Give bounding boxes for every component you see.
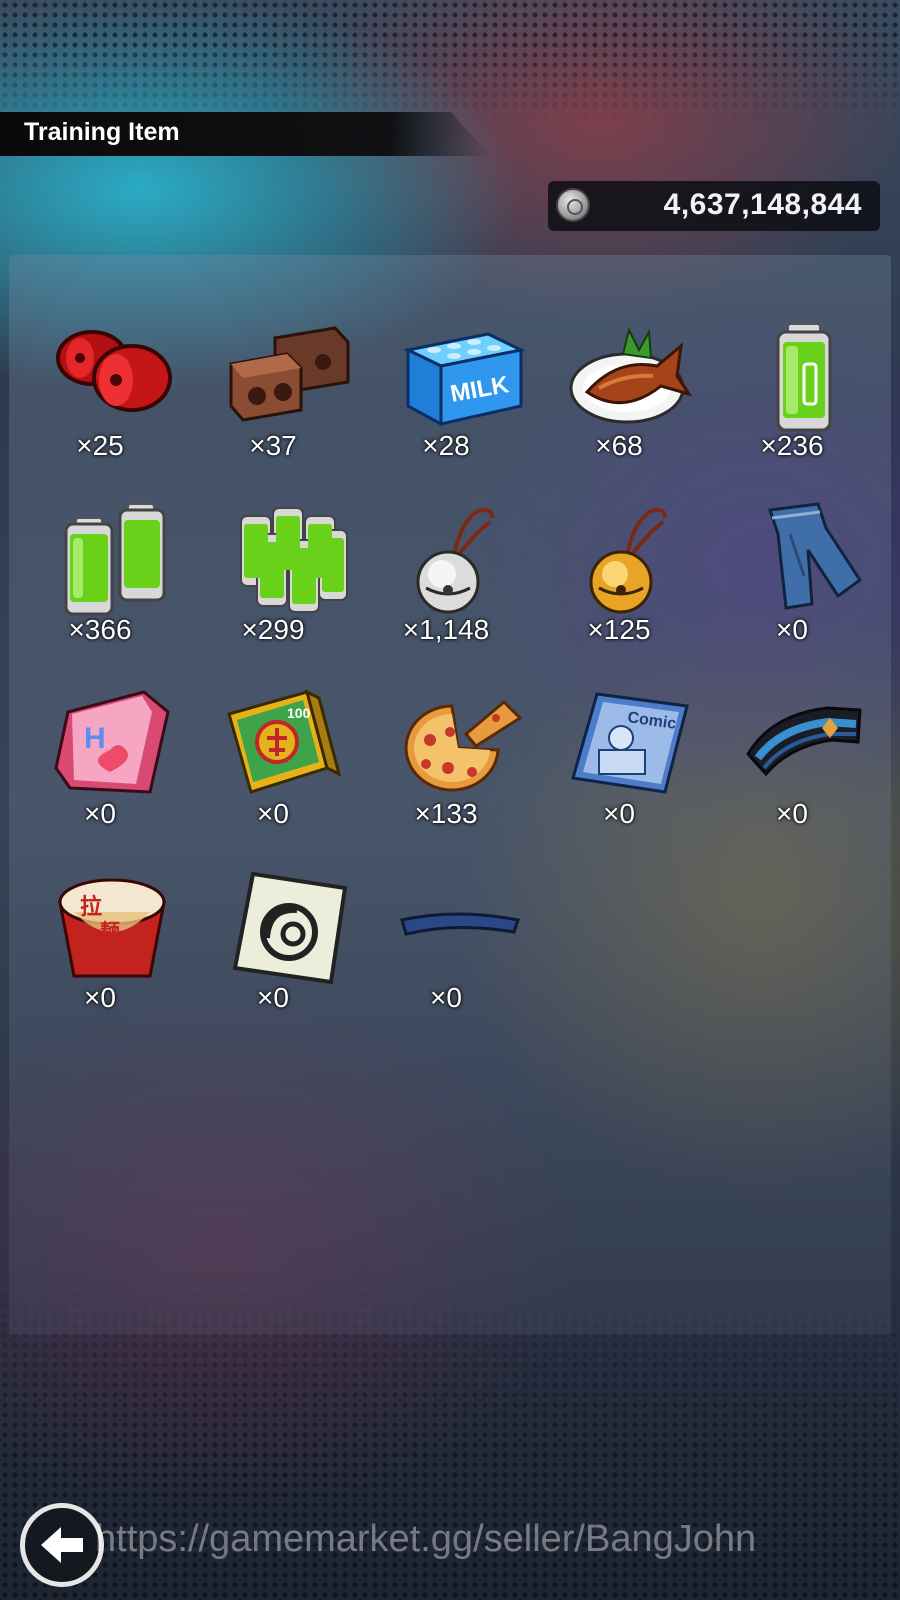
item-count: ×366 bbox=[68, 614, 132, 645]
item-slot-headband[interactable]: ×0 bbox=[359, 864, 533, 1048]
love-book-icon: H bbox=[50, 688, 175, 798]
item-count: ×299 bbox=[241, 614, 305, 645]
item-count: ×0 bbox=[430, 982, 462, 1013]
currency-value: 4,637,148,844 bbox=[663, 188, 862, 221]
item-count: ×1,148 bbox=[402, 614, 490, 645]
pizza-icon bbox=[396, 688, 523, 798]
back-button[interactable] bbox=[20, 1503, 104, 1587]
item-slot-love-book[interactable]: H ×0 bbox=[13, 680, 187, 864]
item-count: ×0 bbox=[776, 614, 808, 645]
svg-text:拉: 拉 bbox=[80, 894, 102, 920]
item-slot-double-battery[interactable]: ×366 bbox=[13, 496, 187, 680]
item-count: ×28 bbox=[422, 430, 470, 461]
wristband-icon bbox=[742, 688, 867, 798]
brick-weights-icon bbox=[223, 320, 350, 430]
red-weights-icon bbox=[50, 320, 175, 430]
item-slot-symbol-card[interactable]: ×0 bbox=[186, 864, 360, 1048]
item-slot-jeans[interactable]: ×0 bbox=[705, 496, 879, 680]
comic-book-icon: Comic bbox=[569, 688, 694, 798]
item-slot-ramen[interactable]: 拉 麺 ×0 bbox=[13, 864, 187, 1048]
item-slot-pizza[interactable]: ×133 bbox=[359, 680, 533, 864]
battery-pack-icon bbox=[223, 504, 348, 614]
svg-text:H: H bbox=[84, 722, 106, 755]
item-slot-milk[interactable]: MILK ×28 bbox=[359, 312, 533, 496]
item-count: ×68 bbox=[595, 430, 643, 461]
battery-icon bbox=[742, 320, 867, 432]
item-count: ×0 bbox=[84, 982, 116, 1013]
item-slot-joke-book[interactable]: 100 ×0 bbox=[186, 680, 360, 864]
item-slot-battery-pack[interactable]: ×299 bbox=[186, 496, 360, 680]
grilled-fish-icon bbox=[569, 320, 694, 430]
item-count: ×0 bbox=[257, 798, 289, 829]
item-count: ×37 bbox=[249, 430, 297, 461]
item-count: ×125 bbox=[587, 614, 651, 645]
silver-bell-icon bbox=[396, 504, 521, 614]
milk-carton-icon: MILK bbox=[396, 320, 526, 430]
ramen-cup-icon: 拉 麺 bbox=[50, 872, 175, 982]
double-battery-icon bbox=[50, 503, 175, 616]
symbol-card-icon bbox=[223, 871, 348, 985]
item-slot-comic[interactable]: Comic ×0 bbox=[532, 680, 706, 864]
item-slot-fish[interactable]: ×68 bbox=[532, 312, 706, 496]
item-count: ×236 bbox=[760, 430, 824, 461]
item-slot-gold-bell[interactable]: ×125 bbox=[532, 496, 706, 680]
svg-text:麺: 麺 bbox=[99, 919, 120, 943]
page-title: Training Item bbox=[24, 118, 180, 146]
item-count: ×0 bbox=[257, 982, 289, 1013]
item-slot-silver-bell[interactable]: ×1,148 bbox=[359, 496, 533, 680]
item-slot-brick-weights[interactable]: ×37 bbox=[186, 312, 360, 496]
item-count: ×133 bbox=[414, 798, 478, 829]
jeans-icon bbox=[742, 502, 867, 614]
top-halftone bbox=[0, 0, 900, 120]
svg-text:100: 100 bbox=[287, 705, 311, 721]
headband-icon bbox=[396, 872, 521, 982]
item-slot-red-weights[interactable]: ×25 bbox=[13, 312, 187, 496]
item-count: ×25 bbox=[76, 430, 124, 461]
coin-icon bbox=[556, 188, 590, 222]
gold-bell-icon bbox=[569, 504, 694, 614]
item-count: ×0 bbox=[84, 798, 116, 829]
back-arrow-icon bbox=[41, 1527, 83, 1563]
item-count: ×0 bbox=[603, 798, 635, 829]
item-slot-wristband[interactable]: ×0 bbox=[705, 680, 879, 864]
watermark-text: https://gamemarket.gg/seller/BangJohn bbox=[95, 1518, 757, 1560]
item-slot-battery[interactable]: ×236 bbox=[705, 312, 879, 496]
item-count: ×0 bbox=[776, 798, 808, 829]
joke-book-icon: 100 bbox=[223, 688, 348, 798]
